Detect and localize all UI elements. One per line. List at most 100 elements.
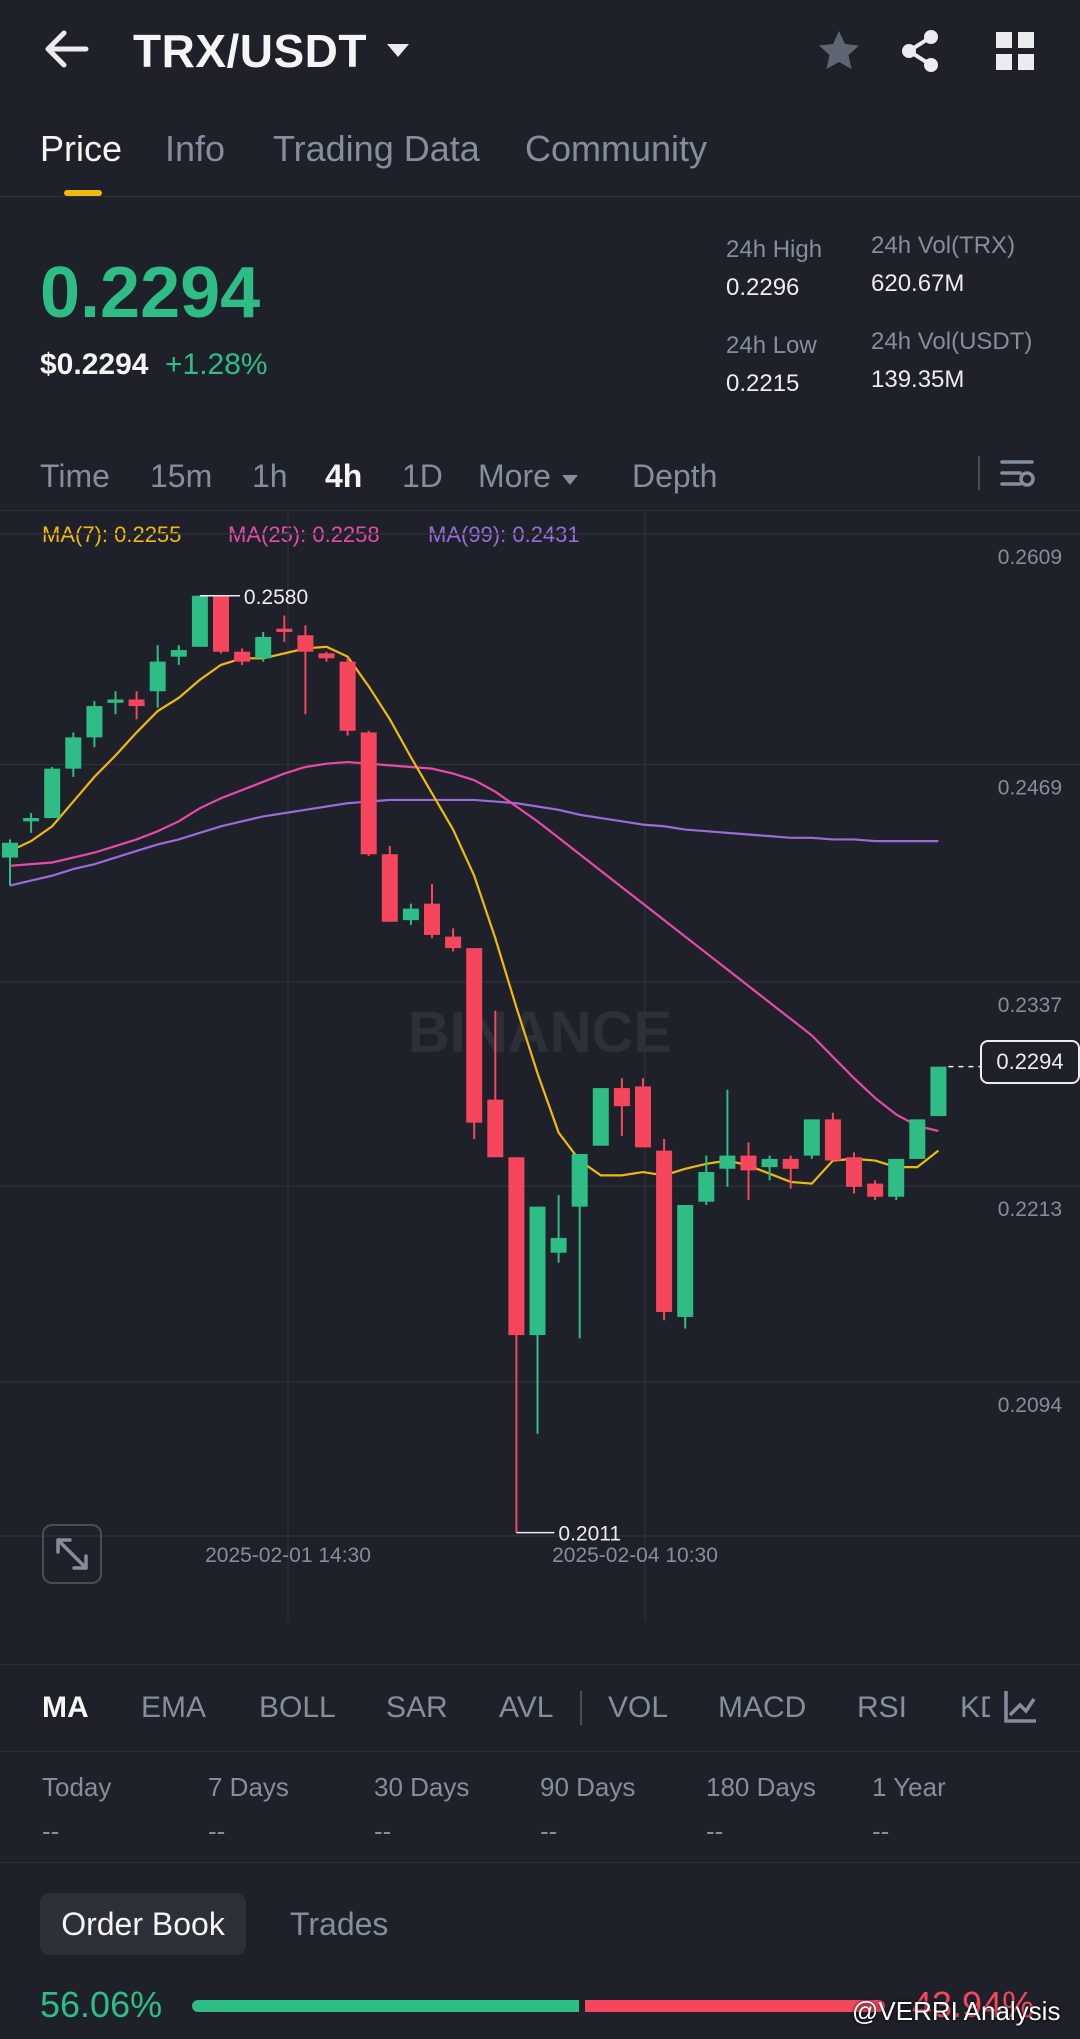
buy-ratio-bar <box>192 2000 579 2012</box>
chart-settings-icon[interactable] <box>998 454 1036 492</box>
tf-15m[interactable]: 15m <box>150 458 212 495</box>
ind-ma[interactable]: MA <box>42 1691 89 1725</box>
candle-body <box>592 1088 609 1146</box>
ind-ema[interactable]: EMA <box>141 1691 206 1725</box>
chart-canvas[interactable]: 0.2609 0.2469 0.2337 0.2213 0.2094 BINANCE 202… <box>0 512 1080 1622</box>
candle-body <box>635 1086 651 1148</box>
perf-label-180d: 180 Days <box>706 1772 816 1802</box>
top-bar: TRX/USDT <box>0 0 1080 100</box>
candle-body <box>867 1183 884 1197</box>
timeframe-bar: Time 15m 1h 4h 1D More Depth <box>0 440 1080 511</box>
star-icon[interactable] <box>814 26 864 76</box>
candle-body <box>550 1237 567 1253</box>
candle-body <box>234 651 251 662</box>
tab-trading-data[interactable]: Trading Data <box>273 128 480 170</box>
candle-body <box>381 854 398 922</box>
candle-body <box>613 1088 630 1107</box>
tf-1d[interactable]: 1D <box>402 458 443 495</box>
ind-macd[interactable]: MACD <box>718 1691 806 1725</box>
ind-sar[interactable]: SAR <box>386 1691 448 1725</box>
current-price-tag: 0.2294 <box>980 1040 1080 1084</box>
perf-value-90d: -- <box>540 1816 558 1846</box>
active-tab-indicator <box>64 190 102 196</box>
candle-body <box>2 842 18 858</box>
tab-price[interactable]: Price <box>40 128 122 170</box>
credit-watermark: @VERRI Analysis <box>852 1996 1061 2026</box>
tf-depth[interactable]: Depth <box>632 458 717 495</box>
ind-boll[interactable]: BOLL <box>259 1691 336 1725</box>
x-tick-label: 2025-02-04 10:30 <box>552 1544 718 1567</box>
candle-body <box>318 653 335 659</box>
candle-body <box>487 1099 504 1158</box>
candle-body <box>677 1204 694 1317</box>
arrow-left-icon[interactable] <box>40 22 94 76</box>
buy-percentage: 56.06% <box>40 1984 163 2025</box>
tab-community[interactable]: Community <box>525 128 707 170</box>
candle-body <box>909 1119 926 1159</box>
ind-avl[interactable]: AVL <box>499 1691 553 1725</box>
candle-body <box>213 595 229 652</box>
tf-more[interactable]: More <box>478 458 551 495</box>
ind-vol[interactable]: VOL <box>608 1691 668 1725</box>
indicator-bar: MA EMA BOLL SAR AVL VOL MACD RSI KD <box>0 1664 1080 1752</box>
perf-value-1y: -- <box>872 1816 890 1846</box>
candle-body <box>824 1119 841 1161</box>
candle-body <box>508 1157 525 1336</box>
vol-base-label: 24h Vol(TRX) <box>871 232 1016 259</box>
ind-kd[interactable]: KD <box>960 1691 990 1725</box>
candle-body <box>571 1153 588 1207</box>
candle-body <box>149 661 166 692</box>
candlestick-chart[interactable]: 0.2609 0.2469 0.2337 0.2213 0.2094 BINANCE 202… <box>0 512 1080 1622</box>
candle-body <box>761 1158 778 1168</box>
candle-body <box>888 1158 905 1197</box>
y-tick-label: 0.2094 <box>998 1394 1063 1417</box>
indicator-settings-icon[interactable] <box>998 1685 1042 1729</box>
pair-title[interactable]: TRX/USDT <box>133 24 367 78</box>
perf-value-today: -- <box>42 1816 60 1846</box>
candle-body <box>930 1066 947 1117</box>
caret-down-icon[interactable] <box>560 470 580 490</box>
perf-label-90d: 90 Days <box>540 1772 636 1802</box>
candle-body <box>466 948 483 1123</box>
low-label: 24h Low <box>726 332 817 359</box>
low-value: 0.2215 <box>726 370 800 397</box>
ind-rsi[interactable]: RSI <box>857 1691 907 1725</box>
y-tick-label: 0.2469 <box>998 777 1062 800</box>
candle-body <box>698 1172 715 1202</box>
grid-icon[interactable] <box>990 26 1040 76</box>
vol-quote-label: 24h Vol(USDT) <box>871 328 1033 355</box>
candle-body <box>782 1158 799 1169</box>
tab-info[interactable]: Info <box>165 128 225 170</box>
divider <box>978 456 980 490</box>
tf-4h[interactable]: 4h <box>325 458 362 495</box>
perf-label-1y: 1 Year <box>872 1772 946 1802</box>
candle-body <box>740 1155 757 1171</box>
candle-body <box>107 699 124 703</box>
perf-label-today: Today <box>42 1772 112 1802</box>
caret-down-icon[interactable] <box>384 36 412 64</box>
ma99-line <box>9 798 939 887</box>
perf-value-180d: -- <box>706 1816 724 1846</box>
candle-body <box>128 699 145 707</box>
tab-order-book[interactable]: Order Book <box>40 1893 246 1955</box>
candle-body <box>44 768 61 819</box>
low-marker-label: 0.2011 <box>558 1523 621 1546</box>
candle-body <box>846 1157 862 1187</box>
candle-body <box>276 628 293 632</box>
candle-body <box>719 1155 736 1169</box>
tf-time[interactable]: Time <box>40 458 110 495</box>
high-value: 0.2296 <box>726 274 800 301</box>
perf-label-7d: 7 Days <box>208 1772 289 1802</box>
perf-value-30d: -- <box>374 1816 392 1846</box>
expand-icon[interactable] <box>42 1524 102 1584</box>
candle-body <box>297 635 314 652</box>
candle-body <box>191 595 208 647</box>
last-price: 0.2294 <box>40 253 261 333</box>
tab-trades[interactable]: Trades <box>290 1893 388 1955</box>
vol-quote-value: 139.35M <box>871 366 965 393</box>
candle-body <box>803 1119 820 1156</box>
vol-base-value: 620.67M <box>871 270 965 297</box>
tf-1h[interactable]: 1h <box>252 458 288 495</box>
usd-price: $0.2294 <box>40 348 149 381</box>
share-icon[interactable] <box>896 26 946 76</box>
